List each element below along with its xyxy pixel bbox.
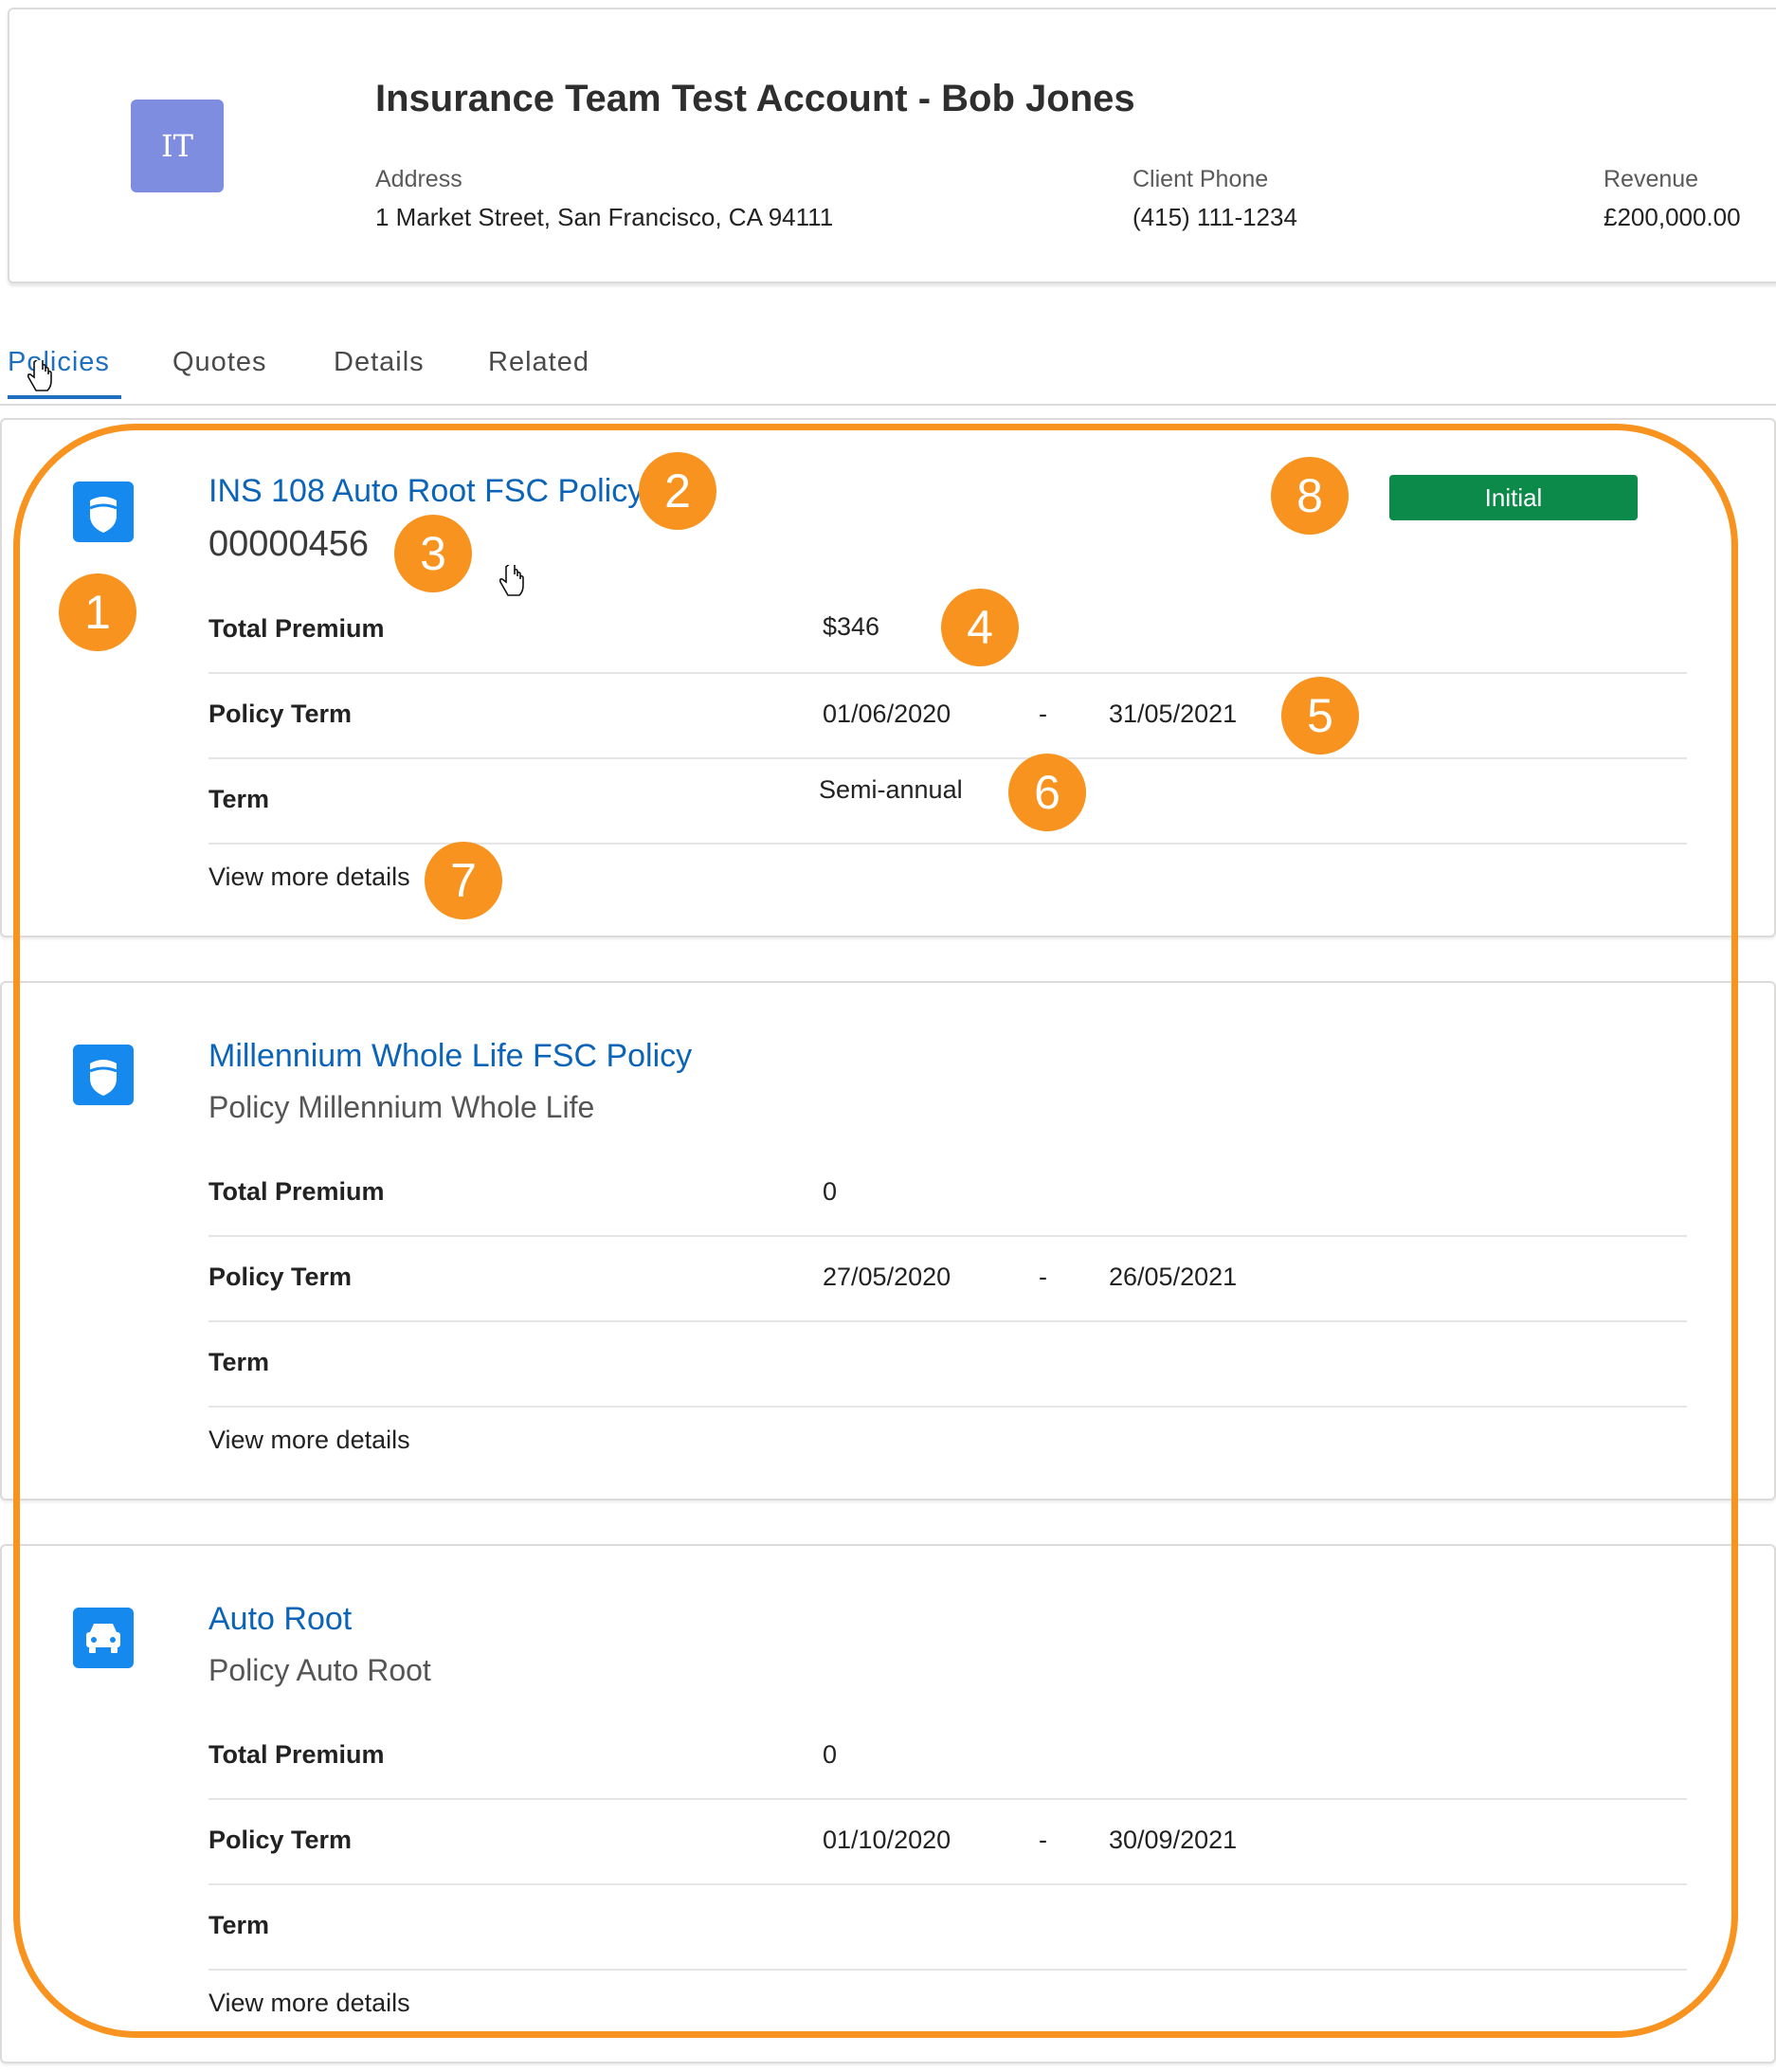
shield-icon <box>73 482 134 542</box>
term-label: Term <box>208 1911 270 1939</box>
client-phone-label: Client Phone <box>1133 166 1269 192</box>
total-premium-label: Total Premium <box>208 1177 385 1206</box>
account-header: IT Insurance Team Test Account - Bob Jon… <box>8 8 1776 283</box>
view-more-details-link[interactable]: View more details <box>208 1426 410 1455</box>
term-separator: - <box>1039 700 1047 728</box>
divider <box>208 1406 1687 1408</box>
divider <box>208 1969 1687 1971</box>
avatar: IT <box>131 100 224 192</box>
address-label: Address <box>375 166 462 192</box>
term-label: Term <box>208 785 270 813</box>
term-start-date: 01/06/2020 <box>823 700 951 728</box>
total-premium-value: $346 <box>823 612 880 641</box>
view-more-details-link[interactable]: View more details <box>208 863 410 892</box>
policy-name-link[interactable]: Millennium Whole Life FSC Policy <box>208 1038 692 1075</box>
total-premium-label: Total Premium <box>208 1740 385 1769</box>
divider <box>208 1320 1687 1322</box>
divider <box>208 757 1687 759</box>
term-separator: - <box>1039 1263 1047 1291</box>
tab-details[interactable]: Details <box>334 347 425 395</box>
shield-icon <box>73 1045 134 1105</box>
revenue-label: Revenue <box>1604 166 1699 192</box>
callout-2: 2 <box>639 452 716 530</box>
policy-subtitle: Policy Millennium Whole Life <box>208 1090 595 1124</box>
divider <box>208 1798 1687 1800</box>
tab-quotes[interactable]: Quotes <box>172 347 267 395</box>
policy-number: 00000456 <box>208 524 370 564</box>
term-label: Term <box>208 1348 270 1376</box>
page-title: Insurance Team Test Account - Bob Jones <box>375 78 1135 119</box>
hand-cursor-icon <box>27 360 52 391</box>
client-phone-field: Client Phone (415) 111-1234 <box>1133 166 1297 232</box>
total-premium-value: 0 <box>823 1740 838 1769</box>
address-field: Address 1 Market Street, San Francisco, … <box>375 166 833 232</box>
term-start-date: 01/10/2020 <box>823 1826 951 1854</box>
callout-7: 7 <box>425 842 502 919</box>
policy-card: INS 108 Auto Root FSC Policy 00000456 In… <box>0 418 1776 937</box>
policy-card: Auto Root Policy Auto Root Total Premium… <box>0 1544 1776 2063</box>
term-value: Semi-annual <box>819 775 963 804</box>
hand-cursor-icon <box>498 565 524 596</box>
term-end-date: 30/09/2021 <box>1109 1826 1238 1854</box>
car-icon <box>73 1608 134 1668</box>
view-more-details-link[interactable]: View more details <box>208 1989 410 2018</box>
term-end-date: 26/05/2021 <box>1109 1263 1238 1291</box>
term-end-date: 31/05/2021 <box>1109 700 1238 728</box>
total-premium-value: 0 <box>823 1177 838 1206</box>
term-start-date: 27/05/2020 <box>823 1263 951 1291</box>
callout-3: 3 <box>394 515 472 592</box>
callout-8: 8 <box>1271 457 1349 535</box>
total-premium-label: Total Premium <box>208 614 385 643</box>
callout-4: 4 <box>941 589 1019 666</box>
policy-name-link[interactable]: INS 108 Auto Root FSC Policy <box>208 473 643 510</box>
policy-term-label: Policy Term <box>208 700 353 728</box>
callout-5: 5 <box>1281 677 1359 754</box>
status-badge: Initial <box>1389 475 1638 520</box>
policy-term-label: Policy Term <box>208 1826 353 1854</box>
divider <box>208 1883 1687 1885</box>
divider <box>208 843 1687 845</box>
policy-term-label: Policy Term <box>208 1263 353 1291</box>
callout-6: 6 <box>1008 754 1086 831</box>
client-phone-value: (415) 111-1234 <box>1133 203 1297 231</box>
revenue-value: £200,000.00 <box>1604 203 1741 231</box>
divider <box>208 1235 1687 1237</box>
policy-subtitle: Policy Auto Root <box>208 1653 431 1687</box>
callout-1: 1 <box>59 573 136 651</box>
revenue-field: Revenue £200,000.00 <box>1604 166 1741 232</box>
policy-name-link[interactable]: Auto Root <box>208 1601 352 1638</box>
tab-bar: Policies Quotes Details Related <box>0 324 1776 406</box>
tab-related[interactable]: Related <box>488 347 589 395</box>
address-value: 1 Market Street, San Francisco, CA 94111 <box>375 203 834 231</box>
term-separator: - <box>1039 1826 1047 1854</box>
divider <box>208 672 1687 674</box>
policy-card: Millennium Whole Life FSC Policy Policy … <box>0 981 1776 1500</box>
